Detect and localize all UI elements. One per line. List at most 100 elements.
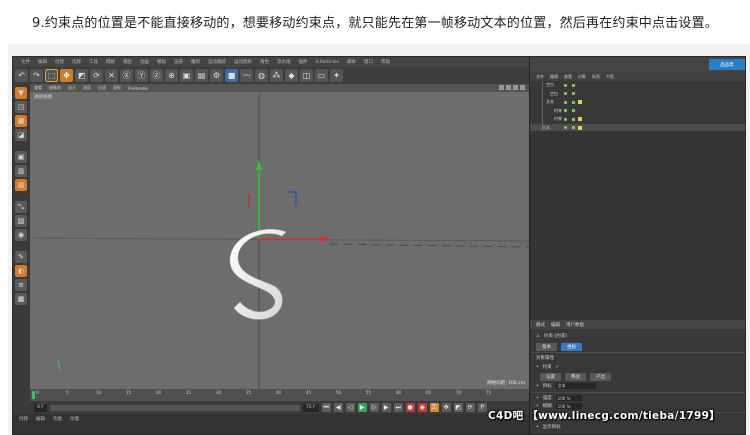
object-row[interactable]: 约束 [530, 115, 745, 124]
frame-range-slider[interactable] [49, 404, 300, 411]
attr-menu-item[interactable]: 编辑 [551, 322, 560, 328]
auto-key-icon[interactable]: ◉ [417, 403, 427, 412]
menu-item[interactable]: 窗口 [364, 59, 373, 65]
menu-item[interactable]: 选择 [72, 59, 81, 65]
perspective-viewport[interactable]: 查看 摄像机 显示 选项 过滤 面板 ProRender 透视视图 网格间距: … [30, 84, 529, 389]
move-icon[interactable]: ✥ [60, 69, 73, 82]
start-frame-field[interactable]: 0 F [34, 403, 47, 412]
attr-menu-item[interactable]: 用户数据 [566, 322, 584, 328]
menu-item[interactable]: 运动跟踪 [208, 59, 226, 65]
material-menu-item[interactable]: 编辑 [36, 416, 45, 422]
menu-item[interactable]: 动画 [140, 59, 149, 65]
points-mode-icon[interactable]: ▣ [15, 151, 27, 163]
layers-icon[interactable]: ≡ [15, 279, 27, 291]
strength-field[interactable]: 100 % [555, 395, 582, 401]
keyframe-selection-icon[interactable]: ⚿ [429, 403, 439, 412]
menu-item[interactable]: 雕刻 [191, 59, 200, 65]
material-menu-item[interactable]: 功能 [53, 416, 62, 422]
brush-icon[interactable]: ✎ [15, 251, 27, 263]
rotation-key-icon[interactable]: ⟳ [465, 403, 475, 412]
camera-icon[interactable]: ▭ [315, 69, 328, 82]
x-axis-icon[interactable]: Ⓧ [120, 69, 133, 82]
release-button[interactable]: 释放 [565, 373, 586, 381]
snap-icon[interactable]: ◉ [15, 229, 27, 241]
sculpt-icon[interactable]: ◐ [15, 265, 27, 277]
output-button[interactable]: 产出 [590, 373, 611, 381]
cube-icon[interactable]: ■ [225, 69, 238, 82]
target-field[interactable]: 文本 [555, 383, 596, 389]
deformer-icon[interactable]: ◆ [285, 69, 298, 82]
material-menu-item[interactable]: 纹理 [70, 416, 79, 422]
go-to-end-icon[interactable]: ⏭ [393, 403, 403, 412]
object-row[interactable]: 空白 [530, 81, 745, 90]
render-picture-icon[interactable]: ▤ [195, 69, 208, 82]
grid-toggle-icon[interactable]: ▩ [15, 293, 27, 305]
next-frame-icon[interactable]: ▷ [369, 403, 379, 412]
play-icon[interactable]: ▶ [357, 403, 367, 412]
enable-axis-icon[interactable]: ⤡ [15, 201, 27, 213]
menu-item[interactable]: 运动图形 [234, 59, 252, 65]
end-frame-field[interactable]: 75 F [302, 403, 319, 412]
timeline-ruler[interactable]: 0 5 10 15 20 25 30 35 40 45 50 55 60 65 … [30, 389, 529, 401]
scale-key-icon[interactable]: ◩ [453, 403, 463, 412]
material-menu-item[interactable]: 创建 [19, 416, 28, 422]
om-menu-item[interactable]: 编辑 [550, 74, 558, 80]
object-row[interactable]: 约束 [530, 107, 745, 116]
make-editable-icon[interactable]: ▼ [15, 87, 27, 99]
tab-coord[interactable]: 坐标 [561, 343, 582, 351]
array-icon[interactable]: ⁂ [270, 69, 283, 82]
light-icon[interactable]: ✦ [330, 69, 343, 82]
redo-icon[interactable]: ↷ [30, 69, 43, 82]
menu-item[interactable]: 帮助 [381, 59, 390, 65]
workplane-icon[interactable]: ◪ [15, 129, 27, 141]
tab-basic[interactable]: 基本 [536, 343, 557, 351]
menu-item[interactable]: 网格 [106, 59, 115, 65]
om-menu-item[interactable]: 对象 [578, 74, 586, 80]
recent-tool-icon[interactable]: ✕ [105, 69, 118, 82]
rotate-icon[interactable]: ⟳ [90, 69, 103, 82]
menu-item[interactable]: 模拟 [157, 59, 166, 65]
menu-item[interactable]: 插件 [299, 59, 308, 65]
polygons-mode-icon[interactable]: ▧ [15, 179, 27, 191]
select-icon[interactable]: ⬚ [45, 69, 58, 82]
z-axis-icon[interactable]: Ⓩ [150, 69, 163, 82]
menu-item[interactable]: 编辑 [38, 59, 47, 65]
edges-mode-icon[interactable]: ▥ [15, 165, 27, 177]
record-icon[interactable]: ● [405, 403, 415, 412]
nurbs-icon[interactable]: ◍ [255, 69, 268, 82]
position-key-icon[interactable]: ✥ [441, 403, 451, 412]
undo-icon[interactable]: ↶ [15, 69, 28, 82]
tweak-icon[interactable]: ▨ [15, 215, 27, 227]
spline-icon[interactable]: 〰 [240, 69, 253, 82]
prev-frame-icon[interactable]: ◁ [345, 403, 355, 412]
checkbox-icon[interactable]: ✓ [556, 365, 560, 370]
attr-menu-item[interactable]: 模式 [536, 322, 545, 328]
menu-item[interactable]: 捕捉 [123, 59, 132, 65]
y-axis-icon[interactable]: Ⓨ [135, 69, 148, 82]
coordinate-system-icon[interactable]: ⊕ [165, 69, 178, 82]
menu-item[interactable]: X-Particles [316, 60, 339, 65]
object-row[interactable]: 空白 [530, 90, 745, 99]
menu-item[interactable]: 工具 [89, 59, 98, 65]
render-settings-icon[interactable]: ⚙ [210, 69, 223, 82]
menu-item[interactable]: 角色 [260, 59, 269, 65]
menu-item[interactable]: 渲染 [174, 59, 183, 65]
prev-key-icon[interactable]: ◀ [333, 403, 343, 412]
go-to-start-icon[interactable]: ⏮ [321, 403, 331, 412]
next-key-icon[interactable]: ▶ [381, 403, 391, 412]
render-view-icon[interactable]: ▣ [180, 69, 193, 82]
om-menu-item[interactable]: 标签 [592, 74, 600, 80]
om-menu-item[interactable]: 书签 [606, 74, 614, 80]
om-menu-item[interactable]: 文件 [536, 74, 544, 80]
om-menu-item[interactable]: 查看 [564, 74, 572, 80]
menu-item[interactable]: 流水线 [277, 59, 291, 65]
texture-mode-icon[interactable]: ▦ [15, 115, 27, 127]
param-key-icon[interactable]: P [477, 403, 487, 412]
object-row[interactable]: 文本 [530, 98, 745, 107]
scale-icon[interactable]: ◩ [75, 69, 88, 82]
menu-item[interactable]: 创建 [55, 59, 64, 65]
model-mode-icon[interactable]: ◳ [15, 101, 27, 113]
scene-icon[interactable]: ◫ [300, 69, 313, 82]
object-manager-empty-area[interactable] [530, 131, 745, 320]
set-button[interactable]: 设置 [540, 373, 561, 381]
